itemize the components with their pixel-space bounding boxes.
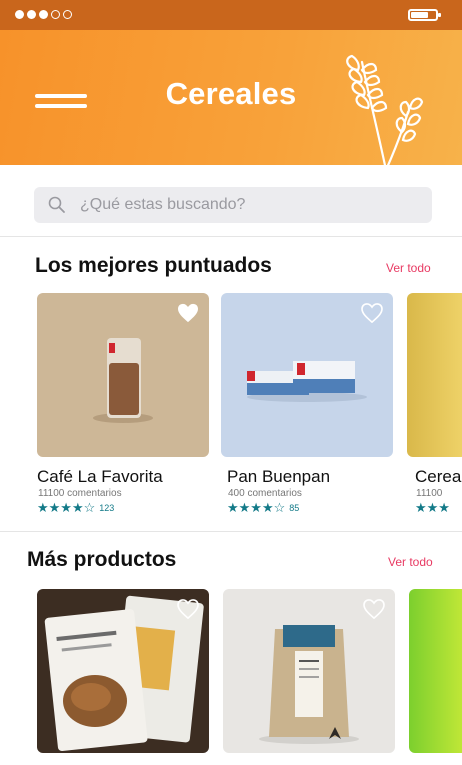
battery-icon xyxy=(408,9,441,21)
see-all-more-products-link[interactable]: Ver todo xyxy=(388,555,433,569)
product-comments: 11100 comentarios xyxy=(38,488,122,499)
favorite-heart-icon[interactable] xyxy=(361,303,383,323)
divider xyxy=(0,236,462,237)
see-all-top-rated-link[interactable]: Ver todo xyxy=(386,261,431,275)
product-image[interactable] xyxy=(37,589,209,753)
product-name[interactable]: Pan Buenpan xyxy=(227,467,330,487)
header: Cereales xyxy=(0,30,462,172)
product-image-pan-buenpan[interactable] xyxy=(221,293,393,457)
signal-strength-icon xyxy=(15,10,72,19)
status-bar xyxy=(0,0,462,30)
rating-stars: ★★★ xyxy=(415,500,450,515)
favorite-heart-icon[interactable] xyxy=(363,599,385,619)
favorite-heart-icon[interactable] xyxy=(177,599,199,619)
wheat-icon xyxy=(346,54,424,172)
search-icon xyxy=(48,196,65,213)
product-comments: 400 comentarios xyxy=(228,488,302,499)
product-image[interactable] xyxy=(223,589,395,753)
product-name[interactable]: Cerea xyxy=(415,467,461,487)
star-rating: ★★★★☆ 123 xyxy=(37,500,114,516)
product-name[interactable]: Café La Favorita xyxy=(37,467,163,487)
star-rating: ★★★★☆ 85 xyxy=(227,500,299,516)
rating-count: 85 xyxy=(289,503,300,513)
product-comments: 11100 xyxy=(416,488,443,499)
search-placeholder: ¿Qué estas buscando? xyxy=(80,196,246,213)
rating-count: 123 xyxy=(99,503,115,513)
product-image-partial[interactable] xyxy=(409,589,462,753)
section-title-more-products: Más productos xyxy=(27,548,177,571)
star-rating: ★★★ xyxy=(415,500,450,516)
product-image-partial[interactable] xyxy=(407,293,462,457)
section-title-top-rated: Los mejores puntuados xyxy=(35,254,272,277)
rating-stars: ★★★★☆ xyxy=(37,500,96,515)
search-input[interactable]: ¿Qué estas buscando? xyxy=(34,187,432,223)
favorite-heart-icon[interactable] xyxy=(177,303,199,323)
divider xyxy=(0,531,462,532)
product-image-cafe-la-favorita[interactable] xyxy=(37,293,209,457)
rating-stars: ★★★★☆ xyxy=(227,500,286,515)
